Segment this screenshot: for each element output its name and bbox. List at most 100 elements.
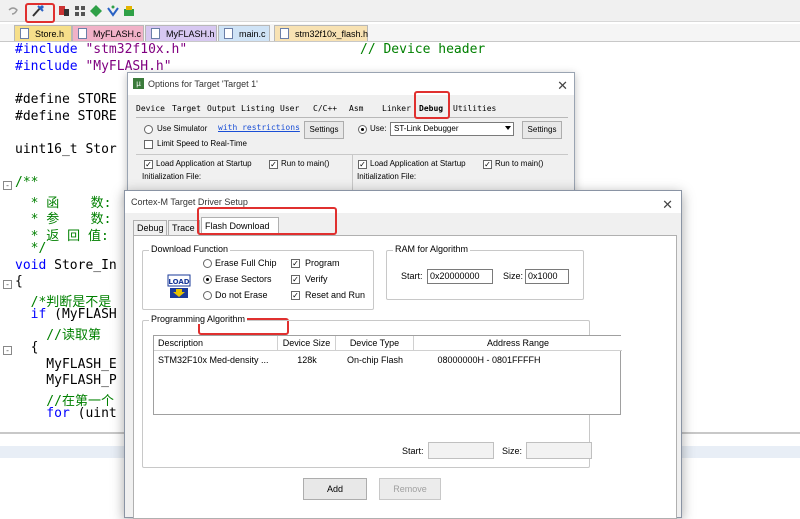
load-icon: LOAD [167,274,191,298]
tab-linker[interactable]: Linker [382,101,411,117]
add-button[interactable]: Add [303,478,367,500]
tab-asm[interactable]: Asm [349,101,363,117]
simulator-settings-button[interactable]: Settings [304,121,344,139]
programming-algorithm-label: Programming Algorithm [149,314,248,324]
ram-start-label: Start: [401,271,423,281]
code-comment: // Device header [360,42,486,57]
flash-download-panel: Download Function LOAD Erase Full Chip E… [133,235,677,519]
reset-and-run-checkbox[interactable]: ✓ [291,291,300,300]
tab-device[interactable]: Device [136,101,165,117]
use-simulator-radio[interactable] [144,125,153,134]
tab-user[interactable]: User [280,101,299,117]
column-header-description[interactable]: Description [154,336,278,351]
fold-toggle-icon[interactable]: - [3,346,12,355]
code-text: (uint [69,406,117,421]
run-to-main-checkbox[interactable]: ✓ [269,160,278,169]
code-line: #define STORE [15,109,117,124]
algorithm-description-cell: STM32F10x Med-density ... [158,355,269,365]
erase-sectors-radio[interactable] [203,275,212,284]
fold-toggle-icon[interactable]: - [3,280,12,289]
with-restrictions-link[interactable]: with restrictions [218,123,300,132]
remove-button[interactable]: Remove [379,478,441,500]
init-file-label: Initialization File: [142,172,202,181]
undo-icon[interactable] [6,4,20,18]
code-comment: /** [15,175,39,190]
tab-utilities[interactable]: Utilities [453,101,496,117]
file-icon [78,28,87,39]
ram-for-algorithm-label: RAM for Algorithm [393,244,471,254]
code-text: Store_In [46,258,117,273]
erase-full-chip-label: Erase Full Chip [215,258,277,268]
code-line: { [15,340,39,355]
flash-download-tab-highlight [197,207,337,235]
file-icon [280,28,289,39]
algorithm-table[interactable]: Description Device Size Device Type Addr… [153,335,622,415]
column-header-device-type[interactable]: Device Type [336,336,414,351]
limit-speed-checkbox[interactable] [144,140,153,149]
erase-full-chip-radio[interactable] [203,259,212,268]
file-tab-store-h[interactable]: Store.h [14,25,72,41]
algorithm-range-cell: 08000000H - 0801FFFFH [437,355,541,365]
code-keyword: for [15,406,70,421]
target-driver-setup-dialog: Cortex-M Target Driver Setup ✕ Debug Tra… [124,190,682,519]
run-to-main-checkbox-right[interactable]: ✓ [483,160,492,169]
driver-dialog-title: Cortex-M Target Driver Setup [131,197,248,207]
ram-size-label: Size: [503,271,524,281]
code-text: (MyFLASH [46,307,117,322]
ram-size-input[interactable]: 0x1000 [525,269,569,284]
file-tab-main-c[interactable]: main.c [218,25,270,41]
options-dialog-title-bar: µ Options for Target 'Target 1' ✕ [128,73,574,95]
tab-trace[interactable]: Trace [168,220,200,235]
verify-checkbox[interactable]: ✓ [291,275,300,284]
load-app-checkbox-right[interactable]: ✓ [358,160,367,169]
program-checkbox[interactable]: ✓ [291,259,300,268]
rte-icon[interactable] [106,4,120,18]
debugger-value: ST-Link Debugger [394,124,459,133]
close-icon[interactable]: ✕ [557,75,568,97]
column-header-device-size[interactable]: Device Size [278,336,336,351]
tab-c-cpp[interactable]: C/C++ [313,101,337,117]
use-label: Use: [370,124,387,133]
chevron-down-icon [505,126,511,130]
code-keyword: #include [15,42,86,57]
load-app-label: Load Application at Startup [156,159,252,168]
algorithm-type-cell: On-chip Flash [346,355,404,365]
load-icon-text: LOAD [168,278,189,286]
algorithm-start-input[interactable] [428,442,494,459]
erase-sectors-label: Erase Sectors [215,274,272,284]
debugger-select[interactable]: ST-Link Debugger [390,122,514,136]
reset-and-run-label: Reset and Run [305,290,366,300]
program-label: Program [305,258,340,268]
code-keyword: if [15,307,47,322]
file-tab-myflash-c[interactable]: MyFLASH.c [72,25,144,41]
file-tab-stm32f10x-flash-h[interactable]: stm32f10x_flash.h [274,25,368,41]
tab-target[interactable]: Target [172,101,201,117]
manage-project-icon[interactable] [57,4,71,18]
software-packs-icon[interactable] [122,4,136,18]
file-tab-myflash-h[interactable]: MyFLASH.h [145,25,217,41]
code-keyword: #include [15,59,86,74]
debug-tab-highlight [414,91,450,119]
load-app-label-right: Load Application at Startup [370,159,466,168]
download-function-label: Download Function [149,244,231,254]
do-not-erase-label: Do not Erase [215,290,268,300]
options-button-highlight [25,3,55,23]
ram-start-input[interactable]: 0x20000000 [427,269,493,284]
debugger-settings-button[interactable]: Settings [522,121,562,139]
pack-installer-icon[interactable] [89,4,103,18]
close-icon[interactable]: ✕ [662,194,673,216]
code-string: "stm32f10x.h" [85,42,188,57]
use-debugger-radio[interactable] [358,125,367,134]
load-app-checkbox[interactable]: ✓ [144,160,153,169]
options-dialog-title: Options for Target 'Target 1' [148,79,258,89]
tab-debug[interactable]: Debug [133,220,167,235]
fold-toggle-icon[interactable]: - [3,181,12,190]
column-header-address-range[interactable]: Address Range [414,336,622,351]
file-icon [224,28,233,39]
do-not-erase-radio[interactable] [203,291,212,300]
tab-output[interactable]: Output [207,101,236,117]
tab-listing[interactable]: Listing [241,101,275,117]
algorithm-size-input[interactable] [526,442,592,459]
select-packs-icon[interactable] [73,4,87,18]
file-icon [151,28,160,39]
